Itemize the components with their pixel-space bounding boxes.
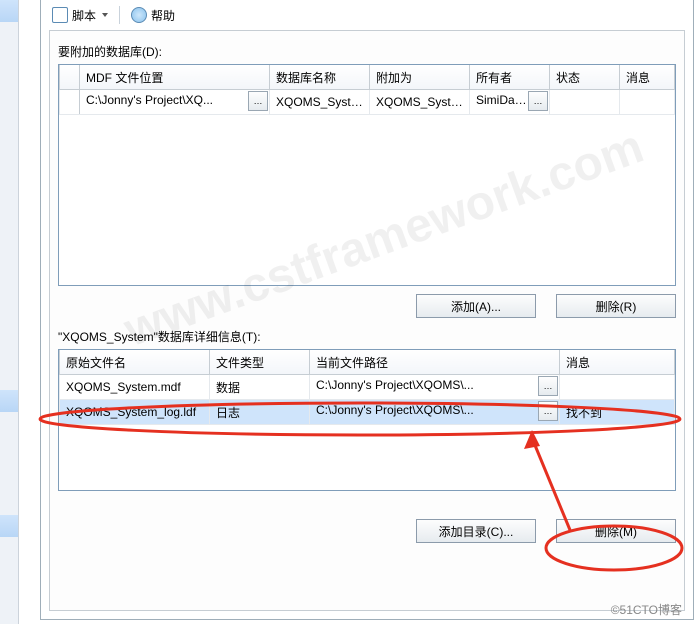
add-directory-button[interactable]: 添加目录(C)... [416, 519, 536, 543]
chevron-down-icon [102, 13, 108, 17]
browse-mdf-button[interactable]: … [248, 91, 268, 111]
help-label: 帮助 [151, 7, 175, 24]
add-database-button[interactable]: 添加(A)... [416, 294, 536, 318]
file-row[interactable]: XQOMS_System.mdf 数据 C:\Jonny's Project\X… [60, 375, 675, 400]
database-row[interactable]: C:\Jonny's Project\XQ... … XQOMS_System … [60, 90, 675, 115]
db-details-label: "XQOMS_System"数据库详细信息(T): [58, 328, 676, 345]
browse-file-button[interactable]: … [538, 376, 558, 396]
left-window-strip [0, 0, 19, 624]
help-button[interactable]: 帮助 [124, 3, 182, 27]
mdf-path-cell[interactable]: C:\Jonny's Project\XQ... … [80, 90, 270, 115]
files-header-row: 原始文件名 文件类型 当前文件路径 消息 [60, 350, 675, 375]
file-path-cell[interactable]: C:\Jonny's Project\XQOMS\... … [310, 375, 560, 400]
db-files-grid[interactable]: 原始文件名 文件类型 当前文件路径 消息 XQOMS_System.mdf 数据… [58, 349, 676, 491]
col-attach-as[interactable]: 附加为 [370, 65, 470, 90]
browse-file-button[interactable]: … [538, 401, 558, 421]
col-owner[interactable]: 所有者 [470, 65, 550, 90]
browse-owner-button[interactable]: … [528, 91, 548, 111]
db-name-cell[interactable]: XQOMS_System [270, 90, 370, 115]
col-status[interactable]: 状态 [550, 65, 620, 90]
col-mdf-location[interactable]: MDF 文件位置 [80, 65, 270, 90]
remove-database-button[interactable]: 删除(R) [556, 294, 676, 318]
col-message[interactable]: 消息 [620, 65, 675, 90]
col-db-name[interactable]: 数据库名称 [270, 65, 370, 90]
help-icon [131, 7, 147, 23]
script-menu-button[interactable]: 脚本 [45, 3, 115, 27]
owner-cell[interactable]: SimiDat... … [470, 90, 550, 115]
col-file-msg[interactable]: 消息 [560, 350, 675, 375]
dialog-body: 脚本 帮助 要附加的数据库(D): MDF 文件位置 数据库名称 [40, 0, 694, 620]
script-icon [52, 7, 68, 23]
file-row[interactable]: XQOMS_System_log.ldf 日志 C:\Jonny's Proje… [60, 400, 675, 425]
attach-db-label: 要附加的数据库(D): [58, 43, 676, 60]
databases-header-row: MDF 文件位置 数据库名称 附加为 所有者 状态 消息 [60, 65, 675, 90]
databases-grid[interactable]: MDF 文件位置 数据库名称 附加为 所有者 状态 消息 C:\Jonny's … [58, 64, 676, 286]
script-menu-label: 脚本 [72, 7, 96, 24]
message-cell [620, 90, 675, 115]
col-orig-file[interactable]: 原始文件名 [60, 350, 210, 375]
content-area: 要附加的数据库(D): MDF 文件位置 数据库名称 附加为 所有者 状态 消息 [49, 30, 685, 611]
col-file-type[interactable]: 文件类型 [210, 350, 310, 375]
remove-file-button[interactable]: 删除(M) [556, 519, 676, 543]
file-path-cell[interactable]: C:\Jonny's Project\XQOMS\... … [310, 400, 560, 425]
col-cur-path[interactable]: 当前文件路径 [310, 350, 560, 375]
footer-watermark: ©51CTO博客 [611, 601, 682, 618]
attach-as-cell[interactable]: XQOMS_System [370, 90, 470, 115]
status-cell [550, 90, 620, 115]
toolbar: 脚本 帮助 [41, 3, 693, 27]
